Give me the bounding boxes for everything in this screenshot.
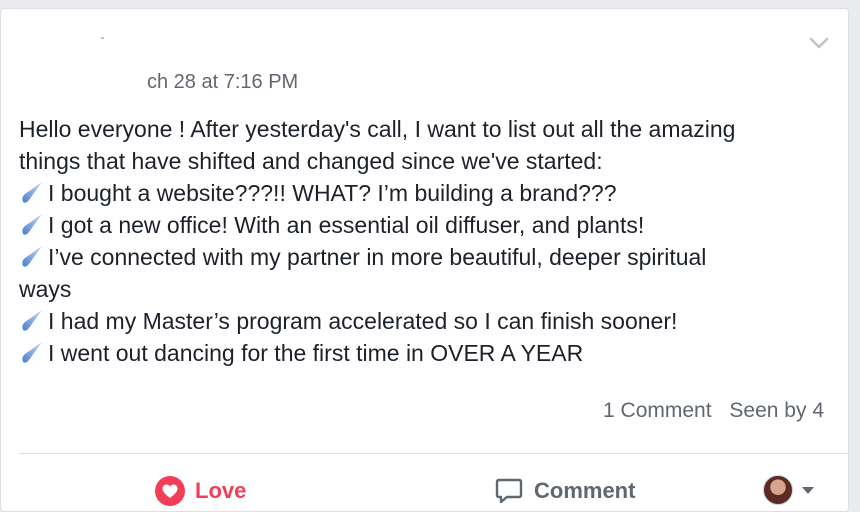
intro-line: things that have shifted and changed sin…: [19, 148, 603, 174]
comet-icon: [22, 342, 42, 363]
list-item: I went out dancing for the first time in…: [19, 337, 834, 369]
comet-icon: [22, 246, 42, 267]
post-text: Hello everyone ! After yesterday's call,…: [19, 113, 834, 369]
list-item-continuation: ways: [19, 276, 72, 302]
author-name[interactable]: [101, 37, 104, 39]
intro-line: Hello everyone ! After yesterday's call,…: [19, 116, 736, 142]
comet-icon: [22, 182, 42, 203]
post-card: ch 28 at 7:16 PM Hello everyone ! After …: [0, 8, 849, 512]
avatar: [763, 475, 793, 505]
caret-down-icon: [802, 487, 814, 494]
comment-count-link[interactable]: 1 Comment: [603, 399, 712, 422]
seen-by-link[interactable]: Seen by 4: [729, 399, 824, 422]
list-item-text: I got a new office! With an essential oi…: [48, 212, 645, 238]
list-item-text: I went out dancing for the first time in…: [48, 340, 584, 366]
comet-icon: [22, 214, 42, 235]
comment-as-selector[interactable]: [763, 475, 815, 505]
comment-button[interactable]: Comment: [494, 471, 635, 511]
comet-icon: [22, 310, 42, 331]
list-item: I had my Master’s program accelerated so…: [19, 305, 834, 337]
list-item-text: I had my Master’s program accelerated so…: [48, 308, 678, 334]
list-item: I bought a website???!! WHAT? I’m buildi…: [19, 177, 834, 209]
heart-icon: [155, 476, 185, 506]
list-item-text: I bought a website???!! WHAT? I’m buildi…: [48, 180, 617, 206]
comment-icon: [495, 478, 523, 504]
list-item-text: I’ve connected with my partner in more b…: [48, 244, 707, 270]
list-item: I’ve connected with my partner in more b…: [19, 241, 834, 273]
divider: [19, 453, 848, 454]
love-label: Love: [195, 478, 247, 503]
list-item: I got a new office! With an essential oi…: [19, 209, 834, 241]
chevron-down-icon[interactable]: [808, 35, 830, 51]
love-button[interactable]: Love: [155, 471, 246, 511]
comment-label: Comment: [534, 478, 636, 503]
post-timestamp[interactable]: ch 28 at 7:16 PM: [147, 71, 298, 94]
post-stats: 1 Comment Seen by 4: [591, 399, 824, 423]
